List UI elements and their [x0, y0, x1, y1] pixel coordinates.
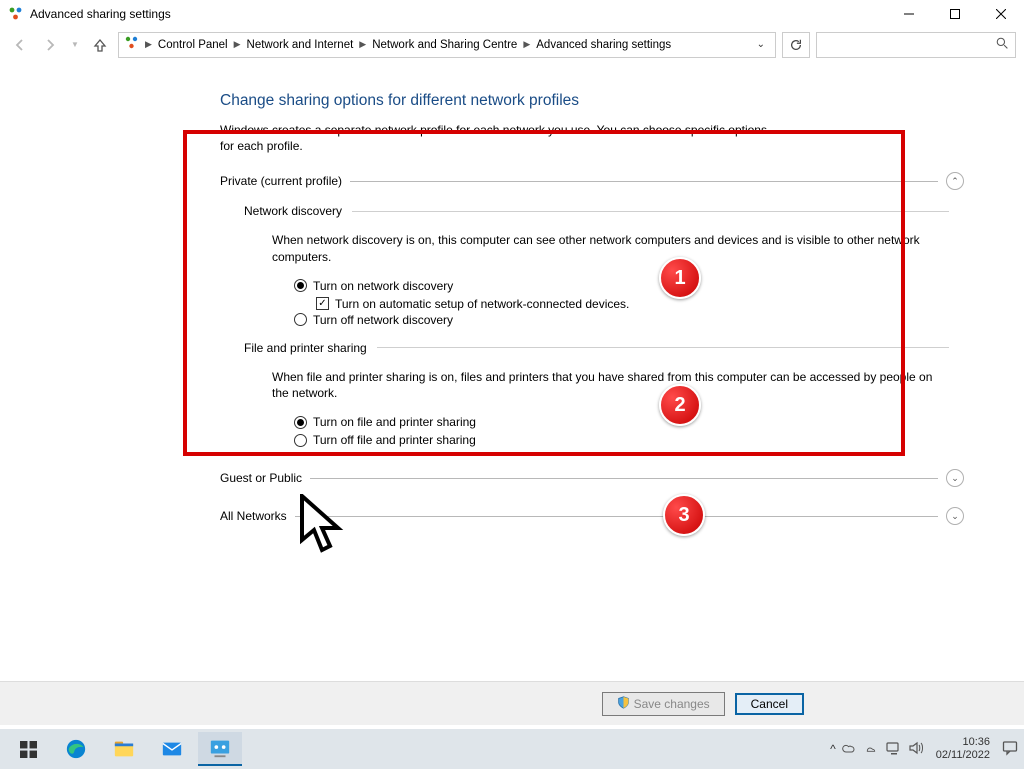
divider — [295, 516, 938, 517]
profile-guest-header[interactable]: Guest or Public ⌄ — [220, 469, 964, 487]
crumb-control-panel[interactable]: Control Panel — [158, 39, 228, 51]
chevron-right-icon[interactable]: ▶ — [357, 39, 368, 50]
action-center-icon[interactable] — [1002, 740, 1018, 759]
divider — [310, 478, 938, 479]
tray-chevron-up-icon[interactable]: ^ — [830, 742, 836, 756]
annotation-callout-1: 1 — [659, 257, 701, 299]
address-dropdown[interactable]: ⌄ — [757, 39, 765, 50]
maximize-button[interactable] — [932, 0, 978, 28]
shield-icon — [617, 696, 630, 712]
minimize-button[interactable] — [886, 0, 932, 28]
cursor-icon — [298, 494, 346, 559]
annotation-callout-2: 2 — [659, 384, 701, 426]
forward-button[interactable] — [38, 33, 62, 57]
system-tray[interactable]: ^ 10:36 02/11/2022 — [830, 736, 1018, 761]
button-label: Save changes — [634, 697, 710, 711]
annotation-callout-3: 3 — [663, 494, 705, 536]
chevron-right-icon[interactable]: ▶ — [521, 39, 532, 50]
taskbar[interactable]: ^ 10:36 02/11/2022 — [0, 729, 1024, 769]
button-label: Cancel — [751, 697, 788, 711]
annotation-red-box — [183, 130, 905, 456]
save-changes-button[interactable]: Save changes — [602, 692, 725, 716]
back-button[interactable] — [8, 33, 32, 57]
chevron-down-icon[interactable]: ⌄ — [946, 469, 964, 487]
profile-guest-label: Guest or Public — [220, 471, 302, 485]
tray-onedrive-icon[interactable] — [842, 740, 858, 759]
cancel-button[interactable]: Cancel — [735, 693, 804, 715]
chevron-right-icon[interactable]: ▶ — [143, 39, 154, 50]
search-input[interactable] — [816, 32, 1016, 58]
refresh-button[interactable] — [782, 32, 810, 58]
taskbar-mail[interactable] — [150, 732, 194, 766]
crumb-sharing-centre[interactable]: Network and Sharing Centre — [372, 39, 517, 51]
taskbar-control-panel[interactable] — [198, 732, 242, 766]
window-title: Advanced sharing settings — [30, 7, 886, 21]
clock-date: 02/11/2022 — [936, 749, 990, 762]
profile-all-label: All Networks — [220, 509, 287, 523]
close-button[interactable] — [978, 0, 1024, 28]
tray-volume-icon[interactable] — [908, 740, 924, 759]
chevron-right-icon[interactable]: ▶ — [232, 39, 243, 50]
button-bar: Save changes Cancel — [0, 681, 1024, 725]
chevron-up-icon[interactable]: ⌃ — [946, 172, 964, 190]
sharing-settings-icon — [8, 6, 24, 22]
titlebar: Advanced sharing settings — [0, 0, 1024, 28]
address-icon — [125, 36, 139, 53]
address-bar[interactable]: ▶ Control Panel ▶ Network and Internet ▶… — [118, 32, 776, 58]
search-icon — [996, 37, 1009, 53]
navigation-row: ▼ ▶ Control Panel ▶ Network and Internet… — [0, 28, 1024, 62]
start-button[interactable] — [6, 732, 50, 766]
crumb-network-internet[interactable]: Network and Internet — [247, 39, 354, 51]
tray-network-icon[interactable] — [886, 740, 902, 759]
taskbar-explorer[interactable] — [102, 732, 146, 766]
tray-weather-icon[interactable] — [864, 740, 880, 759]
page-title: Change sharing options for different net… — [220, 92, 964, 110]
taskbar-clock[interactable]: 10:36 02/11/2022 — [936, 736, 990, 761]
recent-locations-dropdown[interactable]: ▼ — [68, 33, 82, 57]
crumb-advanced-sharing[interactable]: Advanced sharing settings — [536, 39, 671, 51]
up-button[interactable] — [88, 33, 112, 57]
chevron-down-icon[interactable]: ⌄ — [946, 507, 964, 525]
taskbar-edge[interactable] — [54, 732, 98, 766]
clock-time: 10:36 — [936, 736, 990, 749]
